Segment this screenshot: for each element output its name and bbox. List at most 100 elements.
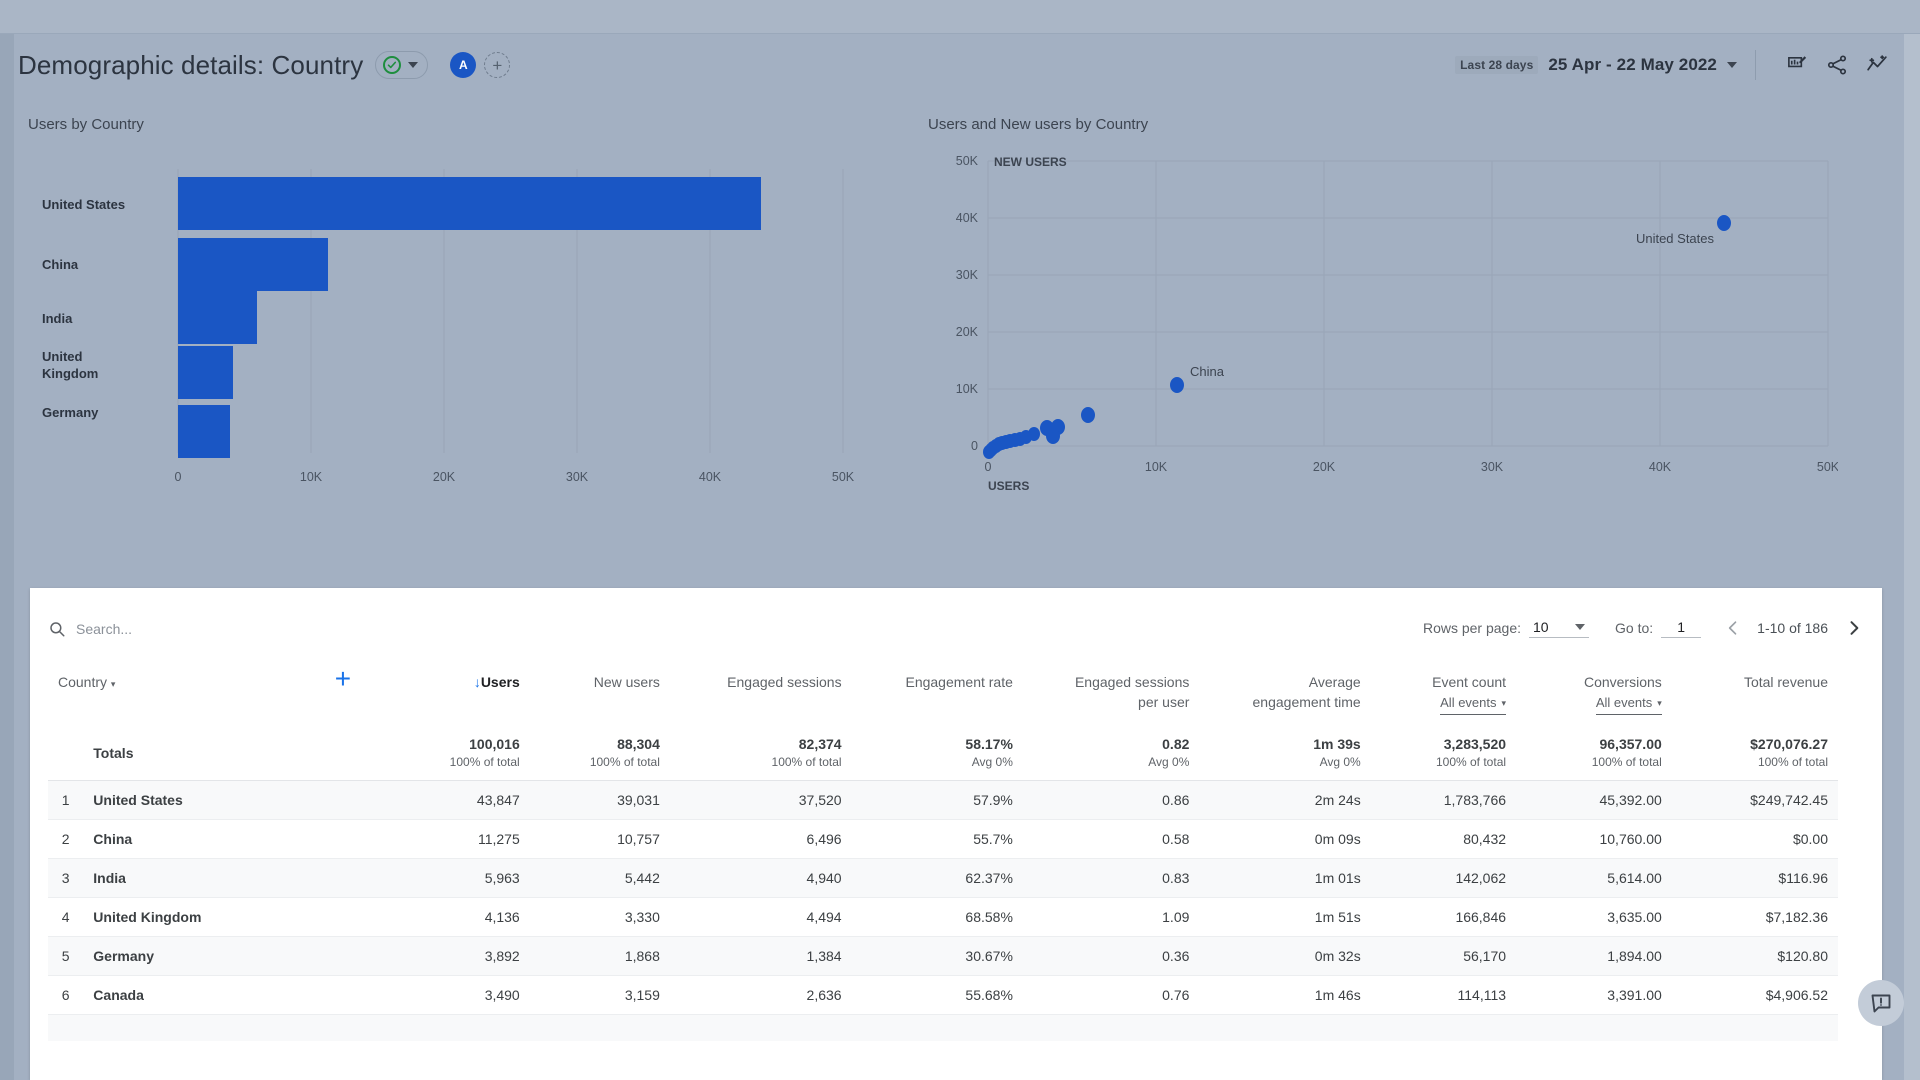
check-circle-icon	[383, 56, 402, 74]
header-average-engagement-time[interactable]: Average engagement time	[1199, 660, 1370, 725]
table-row-partial[interactable]	[48, 1014, 1838, 1041]
chevron-down-icon	[1575, 623, 1586, 630]
svg-text:0: 0	[985, 460, 992, 474]
report-status-chip[interactable]	[375, 51, 429, 79]
totals-engaged-sessions-per-user: 0.82 Avg 0%	[1022, 725, 1200, 782]
insights-icon[interactable]	[1860, 48, 1894, 82]
totals-total-revenue: $270,076.27 100% of total	[1671, 725, 1838, 782]
svg-text:50K: 50K	[956, 154, 979, 168]
bar-chart-category-labels: United States China India United Kingdom…	[42, 197, 125, 420]
svg-text:Kingdom: Kingdom	[42, 366, 98, 381]
goto-label: Go to:	[1615, 620, 1654, 636]
scatter-y-axis-ticks: 50K 40K 30K 20K 10K 0	[956, 154, 979, 453]
svg-text:Germany: Germany	[42, 405, 99, 420]
totals-label: Totals	[83, 725, 281, 782]
svg-text:0: 0	[175, 470, 182, 484]
table-row[interactable]: 5 Germany 3,892 1,868 1,384 30.67% 0.36 …	[48, 936, 1838, 977]
chevron-down-icon[interactable]	[1727, 62, 1737, 68]
svg-text:0: 0	[971, 439, 978, 453]
totals-users: 100,016 100% of total	[405, 725, 530, 782]
svg-text:20K: 20K	[1313, 460, 1336, 474]
add-user-button[interactable]: +	[484, 52, 511, 78]
bar-chart-x-axis-ticks: 0 10K 20K 30K 40K 50K	[175, 470, 855, 484]
feedback-button[interactable]	[1858, 980, 1904, 1026]
header-actions: Last 28 days 25 Apr - 22 May 2022	[1455, 48, 1920, 82]
scatter-chart-svg[interactable]: 50K 40K 30K 20K 10K 0 0 10K 20K 30K 40K …	[928, 133, 1840, 553]
scatter-point-label-us: United States	[1636, 231, 1715, 246]
svg-text:30K: 30K	[1481, 460, 1504, 474]
header-users[interactable]: ↓Users	[405, 660, 530, 725]
report-header: Demographic details: Country A + Last 28…	[0, 34, 1920, 96]
bar-chart-bars	[178, 177, 761, 458]
feedback-icon	[1871, 994, 1891, 1013]
svg-text:50K: 50K	[832, 470, 855, 484]
bar-chart-svg[interactable]: United States China India United Kingdom…	[28, 133, 908, 523]
bar-chart-title: Users by Country	[28, 116, 144, 133]
totals-conversions: 96,357.00 100% of total	[1516, 725, 1672, 782]
row-country[interactable]: Canada	[83, 975, 281, 1016]
row-country[interactable]: United Kingdom	[83, 897, 281, 938]
scatter-point-label-china: China	[1190, 364, 1225, 379]
row-country[interactable]: United States	[83, 780, 281, 821]
scatter-x-axis-ticks: 0 10K 20K 30K 40K 50K	[985, 460, 1840, 474]
chevron-down-icon: ▾	[1657, 698, 1662, 709]
page-title: Demographic details: Country	[18, 49, 364, 80]
left-rail	[0, 0, 14, 1080]
svg-text:10K: 10K	[300, 470, 323, 484]
header-conversions[interactable]: Conversions All events ▾	[1516, 660, 1672, 725]
table-row[interactable]: 1 United States 43,847 39,031 37,520 57.…	[48, 780, 1838, 821]
svg-text:India: India	[42, 311, 73, 326]
header-total-revenue[interactable]: Total revenue	[1672, 660, 1838, 725]
chevron-down-icon	[408, 62, 419, 68]
event-count-filter-dropdown[interactable]: All events ▾	[1440, 694, 1507, 716]
scatter-points	[983, 215, 1731, 459]
scatter-y-axis-name: NEW USERS	[994, 155, 1067, 169]
totals-engagement-rate: 58.17% Avg 0%	[851, 725, 1023, 782]
users-by-country-card: Users by Country United States China Ind…	[28, 116, 918, 536]
svg-text:40K: 40K	[1649, 460, 1672, 474]
scatter-chart-title: Users and New users by Country	[928, 116, 1149, 133]
edit-chart-icon[interactable]	[1780, 48, 1814, 82]
header-new-users[interactable]: New users	[530, 660, 670, 725]
row-country[interactable]: China	[83, 819, 281, 860]
search-input[interactable]: Search...	[76, 621, 132, 637]
date-preset-badge: Last 28 days	[1455, 56, 1539, 74]
conversions-filter-dropdown[interactable]: All events ▾	[1595, 694, 1662, 716]
header-engagement-rate[interactable]: Engagement rate	[852, 660, 1023, 725]
rows-per-page-label: Rows per page:	[1422, 620, 1522, 636]
table-row[interactable]: 4 United Kingdom 4,136 3,330 4,494 68.58…	[48, 897, 1838, 938]
svg-text:30K: 30K	[566, 470, 589, 484]
row-country[interactable]: India	[83, 858, 281, 899]
goto-input[interactable]: 1	[1661, 619, 1702, 638]
row-country[interactable]: Germany	[83, 936, 281, 977]
header-engaged-sessions[interactable]: Engaged sessions	[670, 660, 852, 725]
chevron-left-icon	[1728, 621, 1737, 635]
table-row[interactable]: 2 China 11,275 10,757 6,496 55.7% 0.58 0…	[48, 819, 1838, 860]
header-event-count[interactable]: Event count All events ▾	[1371, 660, 1516, 725]
date-range-label[interactable]: 25 Apr - 22 May 2022	[1548, 55, 1717, 75]
totals-row: Totals 100,016 100% of total 88,304 100% o…	[48, 725, 1838, 782]
svg-text:30K: 30K	[956, 268, 979, 282]
table-row[interactable]: 3 India 5,963 5,442 4,940 62.37% 0.83 1m…	[48, 858, 1838, 899]
prev-page-button[interactable]	[1723, 618, 1743, 638]
table-header-row: Country ▾ + ↓Users New users Engaged ses…	[48, 660, 1838, 725]
table-row[interactable]: 6 Canada 3,490 3,159 2,636 55.68% 0.76 1…	[48, 975, 1838, 1016]
users-new-users-scatter-card: Users and New users by Country 50K 40K 3…	[928, 116, 1848, 566]
country-data-table: Country ▾ + ↓Users New users Engaged ses…	[48, 660, 1838, 1041]
chevron-down-icon: ▾	[1501, 698, 1507, 709]
add-column-button[interactable]: +	[281, 660, 406, 725]
svg-text:10K: 10K	[956, 382, 979, 396]
header-country[interactable]: Country ▾	[48, 660, 281, 725]
next-page-button[interactable]	[1844, 618, 1864, 638]
chevron-down-icon: ▾	[110, 679, 116, 689]
header-engaged-sessions-per-user[interactable]: Engaged sessions per user	[1023, 660, 1200, 725]
scatter-gridlines	[987, 160, 1829, 447]
table-search[interactable]: Search...	[48, 620, 132, 638]
scatter-x-axis-name: USERS	[988, 479, 1029, 493]
sort-desc-icon: ↓	[473, 674, 481, 690]
rows-per-page-select[interactable]: 10	[1529, 619, 1590, 638]
share-icon[interactable]	[1820, 48, 1854, 82]
avatar[interactable]: A	[450, 52, 477, 78]
page-range-label: 1-10 of 186	[1757, 620, 1828, 636]
right-rail-scrollbar[interactable]	[1904, 0, 1920, 1080]
